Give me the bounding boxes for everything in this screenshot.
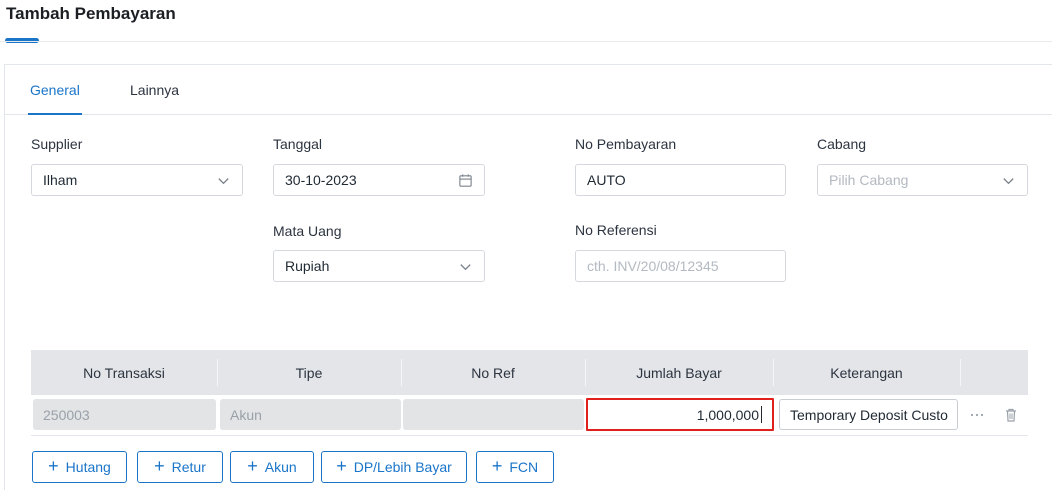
supplier-value: Ilham — [43, 172, 78, 188]
more-options-icon[interactable] — [969, 407, 985, 423]
tab-lainnya[interactable]: Lainnya — [130, 82, 179, 115]
add-fcn-button[interactable]: + FCN — [476, 451, 554, 483]
table-header: No Transaksi Tipe No Ref Jumlah Bayar Ke… — [31, 350, 1028, 395]
plus-icon: + — [154, 456, 165, 476]
column-header-no-ref: No Ref — [471, 364, 515, 381]
add-fcn-label: FCN — [509, 459, 539, 475]
add-retur-label: Retur — [171, 459, 206, 475]
column-header-jumlah-bayar: Jumlah Bayar — [636, 364, 722, 381]
jumlah-bayar-value: 1,000,000 — [696, 406, 759, 423]
plus-icon: + — [491, 456, 503, 476]
no-pembayaran-input[interactable] — [575, 164, 786, 196]
add-dp-lebih-bayar-label: DP/Lebih Bayar — [353, 459, 452, 475]
supplier-label: Supplier — [31, 136, 83, 152]
calendar-icon[interactable] — [458, 173, 473, 188]
add-hutang-label: Hutang — [65, 459, 111, 475]
column-divider — [960, 359, 961, 386]
table-row: 250003 Akun 1,000,000 Temporary Deposit … — [31, 398, 1028, 436]
cabang-select[interactable]: Pilih Cabang — [817, 164, 1028, 196]
chevron-down-icon — [460, 264, 471, 271]
page-title: Tambah Pembayaran — [6, 4, 176, 23]
mata-uang-value: Rupiah — [285, 258, 330, 274]
chevron-down-icon — [1003, 178, 1014, 185]
tanggal-value: 30-10-2023 — [285, 172, 357, 188]
tanggal-label: Tanggal — [273, 136, 323, 152]
jumlah-bayar-input[interactable]: 1,000,000 — [586, 398, 774, 431]
no-transaksi-cell: 250003 — [33, 399, 216, 430]
cabang-placeholder: Pilih Cabang — [829, 172, 909, 188]
chevron-down-icon — [218, 178, 229, 185]
add-akun-button[interactable]: + Akun — [230, 451, 314, 483]
trash-icon[interactable] — [1003, 407, 1019, 423]
add-dp-lebih-bayar-button[interactable]: + DP/Lebih Bayar — [321, 451, 467, 483]
tipe-cell: Akun — [220, 399, 401, 430]
column-header-keterangan: Keterangan — [830, 364, 903, 381]
text-cursor — [761, 406, 762, 423]
no-referensi-input[interactable] — [575, 250, 786, 282]
supplier-select[interactable]: Ilham — [31, 164, 243, 196]
add-akun-label: Akun — [264, 459, 297, 475]
tanggal-datepicker[interactable]: 30-10-2023 — [273, 164, 485, 196]
column-header-no-transaksi: No Transaksi — [83, 364, 165, 381]
plus-icon: + — [336, 456, 347, 476]
form-panel: General Lainnya Supplier Tanggal No Pemb… — [4, 64, 1052, 490]
title-divider — [0, 41, 1052, 42]
keterangan-value: Temporary Deposit Custo — [790, 406, 948, 423]
column-header-tipe: Tipe — [295, 364, 323, 381]
tab-bar: General Lainnya — [5, 65, 1052, 115]
cabang-label: Cabang — [817, 136, 867, 152]
tab-general[interactable]: General — [28, 82, 82, 115]
add-retur-button[interactable]: + Retur — [137, 451, 223, 483]
plus-icon: + — [48, 456, 59, 476]
add-hutang-button[interactable]: + Hutang — [32, 451, 127, 483]
mata-uang-select[interactable]: Rupiah — [273, 250, 485, 282]
keterangan-input[interactable]: Temporary Deposit Custo — [779, 399, 958, 430]
no-ref-cell — [403, 399, 584, 430]
mata-uang-label: Mata Uang — [273, 223, 342, 239]
plus-icon: + — [247, 456, 258, 476]
no-referensi-label: No Referensi — [575, 222, 657, 238]
no-pembayaran-label: No Pembayaran — [575, 136, 677, 152]
